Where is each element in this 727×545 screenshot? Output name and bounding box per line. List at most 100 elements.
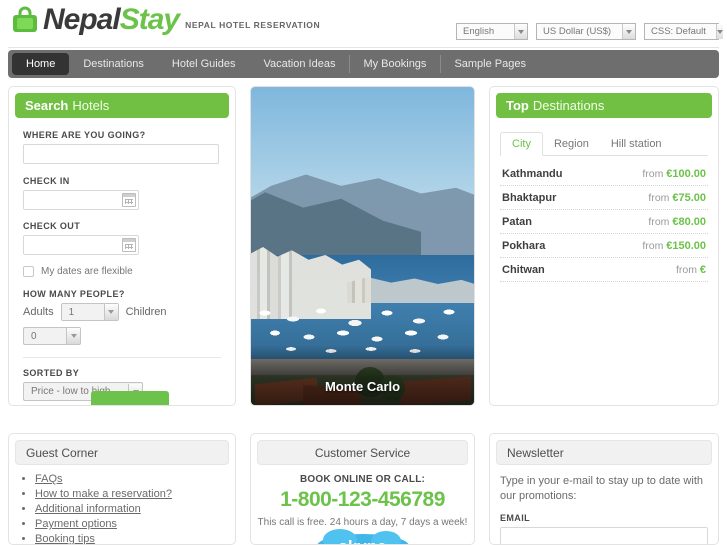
currency-value: US Dollar (US$) [543,26,612,37]
currency-select[interactable]: US Dollar (US$) [536,23,636,40]
nav-item-sample-pages[interactable]: Sample Pages [440,53,540,75]
children-row: 0 [23,327,221,345]
list-item[interactable]: How to make a reservation? [35,488,235,500]
form-divider [23,357,221,358]
guest-link: How to make a reservation? [35,488,172,500]
guest-corner-list: FAQs How to make a reservation? Addition… [9,473,235,545]
logo[interactable]: NepalStay NEPAL HOTEL RESERVATION [10,5,320,35]
customer-service-panel: Customer Service BOOK ONLINE OR CALL: 1-… [250,433,475,545]
main-nav: Home Destinations Hotel Guides Vacation … [8,50,719,78]
guest-link: FAQs [35,473,63,485]
tab-region[interactable]: Region [543,133,600,155]
calendar-icon[interactable] [122,238,136,252]
destination-tabs: City Region Hill station [500,132,708,156]
header-controls: English US Dollar (US$) CSS: Default [456,23,723,40]
destination-city: Bhaktapur [502,192,557,204]
price-value: €75.00 [672,192,706,204]
list-item[interactable]: FAQs [35,473,235,485]
nav-item-destinations[interactable]: Destinations [69,53,158,75]
newsletter-text: Type in your e-mail to stay up to date w… [500,475,703,502]
tab-city[interactable]: City [500,132,543,156]
nav-item-hotel-guides[interactable]: Hotel Guides [158,53,250,75]
nav-item-my-bookings[interactable]: My Bookings [349,53,440,75]
tagline: NEPAL HOTEL RESERVATION [185,20,321,30]
destination-price: from €75.00 [648,192,706,204]
chevron-down-icon [103,304,118,320]
destination-price: from €150.00 [642,240,706,252]
people-row: Adults 1 Children [23,303,221,321]
header-divider [8,47,719,48]
price-from-label: from [648,216,670,228]
search-panel: Search Hotels WHERE ARE YOU GOING? CHECK… [8,86,236,406]
destination-city: Kathmandu [502,168,563,180]
hero-image[interactable]: Monte Carlo [250,86,475,406]
children-select[interactable]: 0 [23,327,81,345]
language-select[interactable]: English [456,23,528,40]
list-item[interactable]: Additional information [35,503,235,515]
destination-row[interactable]: Pokhara from €150.00 [500,234,708,258]
destination-row[interactable]: Patan from €80.00 [500,210,708,234]
guest-corner-header: Guest Corner [15,440,229,465]
nav-item-home[interactable]: Home [12,53,70,75]
price-value: € [699,264,706,276]
checkin-field[interactable] [23,190,139,210]
destination-row[interactable]: Chitwan from € [500,258,708,282]
checkin-label: CHECK IN [23,176,70,186]
hero-caption-text: Monte Carlo [324,379,401,394]
css-theme-select[interactable]: CSS: Default [644,23,723,40]
flexible-dates-checkbox[interactable] [23,266,34,277]
hero-column: Monte Carlo [250,86,475,406]
destinations-column: Top Destinations City Region Hill statio… [489,86,719,406]
language-value: English [463,26,495,37]
price-from-label: from [648,192,670,204]
adults-label: Adults [23,306,54,318]
destination-city: Chitwan [502,264,545,276]
newsletter-panel: Newsletter Type in your e-mail to stay u… [489,433,719,545]
destination-price: from € [676,264,706,276]
customer-service-phone: 1-800-123-456789 [280,488,445,511]
css-theme-value: CSS: Default [651,26,706,37]
newsletter-column: Newsletter Type in your e-mail to stay u… [489,433,719,545]
search-title-bold: Search [25,98,69,113]
destination-price: from €100.00 [642,168,706,180]
list-item[interactable]: Payment options [35,518,235,530]
checkout-label: CHECK OUT [23,221,81,231]
tab-hill-station[interactable]: Hill station [600,133,673,155]
bag-icon [10,5,40,35]
destination-input[interactable] [23,144,219,164]
destination-row[interactable]: Kathmandu from €100.00 [500,162,708,186]
people-label: HOW MANY PEOPLE? [23,289,125,299]
calendar-icon[interactable] [122,193,136,207]
list-item[interactable]: Booking tips [35,533,235,545]
destinations-panel-header: Top Destinations [496,93,712,118]
destinations-title-light: Destinations [532,98,605,113]
destination-city: Pokhara [502,240,546,252]
customer-service-subtitle: BOOK ONLINE OR CALL: [299,474,426,485]
nav-item-vacation-ideas[interactable]: Vacation Ideas [249,53,349,75]
skype-logo[interactable]: skype [316,529,409,544]
sorted-by-label: SORTED BY [23,368,80,378]
newsletter-header: Newsletter [496,440,712,465]
chevron-down-icon [66,328,80,344]
guest-link: Booking tips [35,533,95,545]
brand-first: Nepal [43,3,121,36]
guest-corner-column: Guest Corner FAQs How to make a reservat… [8,433,236,545]
chevron-down-icon [715,24,723,39]
newsletter-email-input[interactable] [500,527,708,544]
destination-price: from €80.00 [648,216,706,228]
customer-service-note: This call is free. 24 hours a day, 7 day… [257,517,468,528]
top-destinations-panel: Top Destinations City Region Hill statio… [489,86,719,406]
search-form: WHERE ARE YOU GOING? CHECK IN CHECK OUT [9,118,235,401]
adults-value: 1 [68,306,75,318]
checkout-field[interactable] [23,235,139,255]
price-value: €80.00 [672,216,706,228]
destination-row[interactable]: Bhaktapur from €75.00 [500,186,708,210]
page-root: NepalStay NEPAL HOTEL RESERVATION Englis… [0,0,727,545]
price-value: €150.00 [666,240,706,252]
search-column: Search Hotels WHERE ARE YOU GOING? CHECK… [8,86,236,406]
flexible-dates-row[interactable]: My dates are flexible [23,266,221,277]
search-panel-header: Search Hotels [15,93,229,118]
adults-select[interactable]: 1 [60,303,119,321]
price-from-label: from [642,240,664,252]
search-submit-button[interactable] [91,391,169,405]
